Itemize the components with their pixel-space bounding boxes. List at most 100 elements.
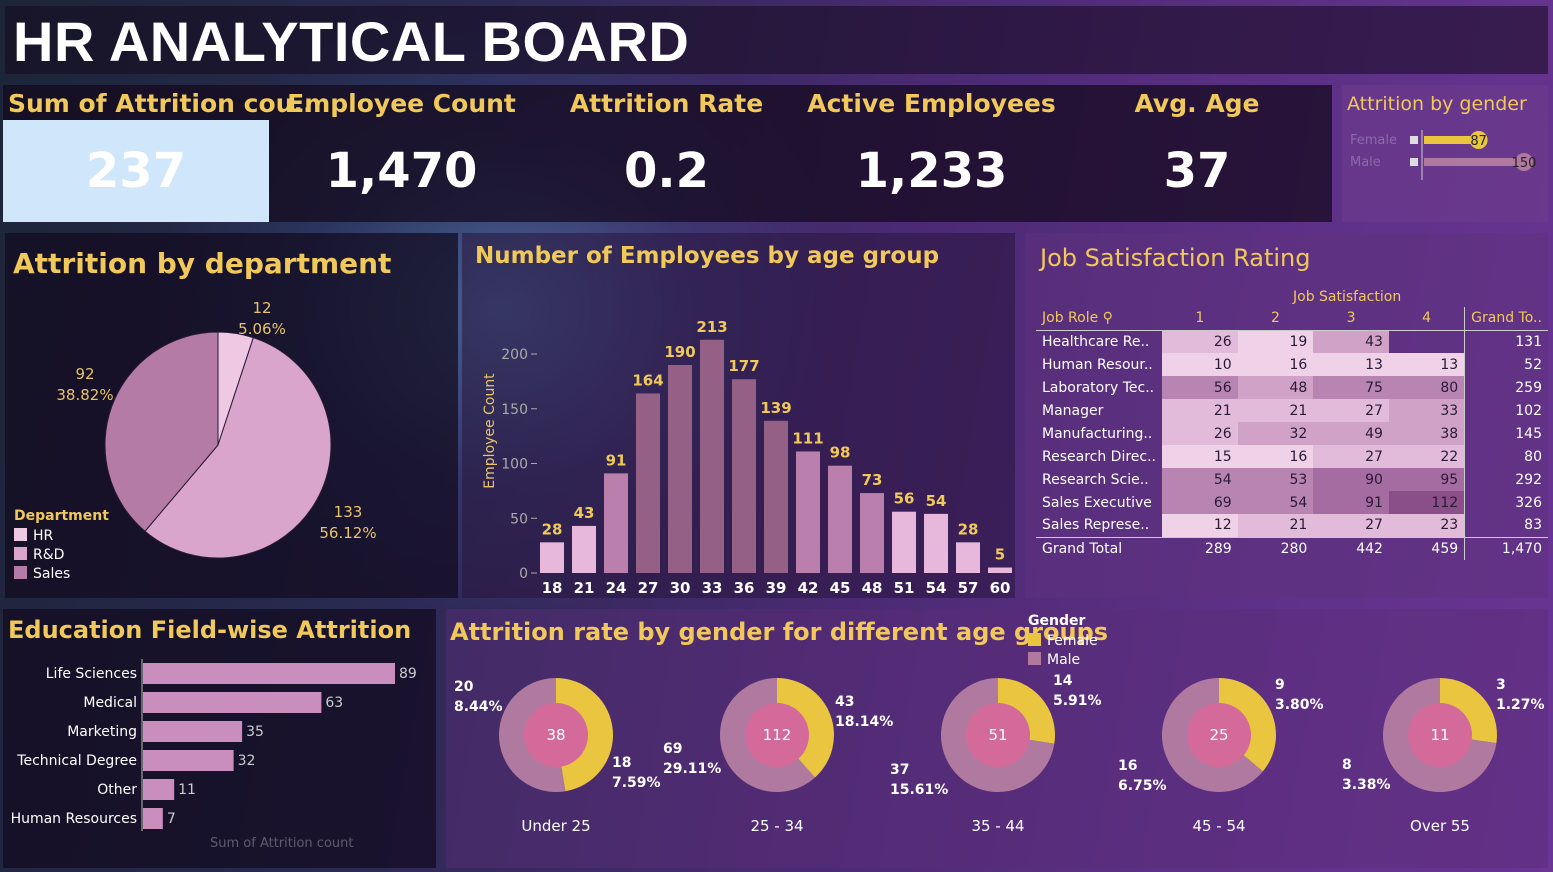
donut-category-label: Under 25	[521, 817, 590, 835]
legend-item-hr[interactable]: HR	[14, 528, 109, 544]
column-header[interactable]: 4	[1388, 307, 1465, 331]
table-cell: 26	[1162, 422, 1238, 445]
kpi-attrition-count[interactable]: Sum of Attrition cou.. 237	[3, 85, 312, 222]
education-bar	[143, 750, 234, 771]
male-count-label: 20	[454, 679, 474, 695]
table-row[interactable]: Manufacturing.. 26 32 49 38 145	[1036, 422, 1548, 445]
column-header[interactable]: 3	[1313, 307, 1389, 331]
column-header[interactable]: 1	[1162, 307, 1238, 331]
age-bar	[604, 473, 628, 573]
age-bar	[668, 364, 692, 573]
age-bar	[636, 393, 660, 573]
job-satisfaction-table[interactable]: Job Role ⚲ 1 2 3 4 Grand To.. Healthcare Re.. 2…	[1036, 307, 1548, 560]
male-pct-label: 15.61%	[890, 782, 948, 798]
x-tick-label: 18	[542, 579, 563, 597]
legend-label: Sales	[33, 566, 71, 582]
age-bar-value: 213	[696, 318, 727, 336]
age-bar-value: 164	[632, 371, 663, 389]
age-bar	[828, 465, 852, 573]
table-cell: 280	[1237, 536, 1314, 560]
kpi-employee-count[interactable]: Employee Count 1,470	[269, 85, 534, 222]
kpi-active-employees[interactable]: Active Employees 1,233	[799, 85, 1064, 222]
table-row[interactable]: Research Scie.. 54 53 90 95 292	[1036, 468, 1548, 491]
y-tick-label: 0	[519, 566, 528, 582]
kpi-value: 1,233	[855, 143, 1008, 199]
table-row[interactable]: Human Resour.. 10 16 13 13 52	[1036, 353, 1548, 376]
female-count-label: 3	[1496, 677, 1506, 693]
table-row[interactable]: Sales Represe.. 12 21 27 23 83	[1036, 514, 1548, 537]
table-cell: 21	[1237, 399, 1314, 422]
legend-item-sales[interactable]: Sales	[14, 566, 109, 582]
table-row[interactable]: Manager 21 21 27 33 102	[1036, 399, 1548, 422]
column-header[interactable]: Grand To..	[1464, 307, 1548, 331]
education-bar	[143, 663, 395, 684]
row-label: Laboratory Tec..	[1042, 379, 1155, 396]
age-bar-value: 177	[728, 357, 759, 375]
x-tick-label: 27	[638, 579, 659, 597]
title-bar: HR ANALYTICAL BOARD	[5, 6, 1548, 74]
table-row[interactable]: Research Direc.. 15 16 27 22 80	[1036, 445, 1548, 468]
age-bar-value: 139	[760, 399, 791, 417]
female-pct-label: 7.59%	[612, 775, 661, 791]
kpi-attrition-rate[interactable]: Attrition Rate 0.2	[534, 85, 799, 222]
gender-age-donut-charts[interactable]: 38Under 2511225 - 345135 - 442545 - 5411…	[446, 609, 1548, 868]
table-cell: 289	[1162, 536, 1238, 560]
education-panel: Education Field-wise Attrition Life Scie…	[3, 609, 436, 868]
donut-category-label: 45 - 54	[1192, 817, 1245, 835]
pie-pct-label: 38.82%	[56, 386, 113, 404]
donut-category-label: 25 - 34	[750, 817, 803, 835]
table-cell: 21	[1237, 514, 1314, 537]
age-bar	[572, 525, 596, 573]
donut-category-label: 35 - 44	[971, 817, 1024, 835]
education-bar-chart[interactable]: Life Sciences 89 Medical 63 Marketing 35 Techn…	[3, 609, 436, 868]
kpi-avg-age[interactable]: Avg. Age 37	[1064, 85, 1330, 222]
grand-total-row[interactable]: Grand Total 289 280 442 459 1,470	[1036, 536, 1548, 560]
education-bar	[143, 779, 175, 800]
age-group-bar-chart[interactable]: 200 150 100 50 0 Employee Count 28 18 43 21 91 24 16…	[462, 233, 1015, 598]
table-cell: 32	[1237, 422, 1314, 445]
row-total: 259	[1464, 376, 1548, 399]
row-label: Sales Executive	[1042, 494, 1152, 511]
education-category-label: Life Sciences	[46, 666, 137, 682]
legend-item-rd[interactable]: R&D	[14, 547, 109, 563]
male-pct-label: 6.75%	[1118, 778, 1167, 794]
y-axis-label: Employee Count	[482, 373, 498, 489]
x-tick-label: 42	[798, 579, 819, 597]
bar-icon	[1410, 158, 1418, 166]
column-header[interactable]: 2	[1237, 307, 1314, 331]
age-group-panel: Number of Employees by age group 200 150 1…	[462, 233, 1015, 598]
row-total: 292	[1464, 468, 1548, 491]
kpi-strip: Sum of Attrition cou.. 237 Employee Coun…	[3, 85, 1332, 222]
education-bar-value: 32	[238, 753, 256, 769]
table-row[interactable]: Laboratory Tec.. 56 48 75 80 259	[1036, 376, 1548, 399]
education-category-label: Medical	[83, 695, 137, 711]
row-total: 102	[1464, 399, 1548, 422]
age-bar-value: 43	[574, 504, 595, 522]
male-pct-label: 29.11%	[663, 761, 721, 777]
legend-swatch	[14, 528, 27, 541]
table-row[interactable]: Sales Executive 69 54 91 112 326	[1036, 491, 1548, 514]
kpi-value: 1,470	[325, 143, 478, 199]
table-cell: 43	[1313, 330, 1389, 353]
table-row[interactable]: Healthcare Re.. 26 19 43 131	[1036, 330, 1548, 353]
row-label: Sales Represe..	[1042, 517, 1150, 534]
female-pct-label: 18.14%	[835, 714, 893, 730]
x-tick-label: 60	[990, 579, 1011, 597]
column-header-job-role[interactable]: Job Role ⚲	[1036, 307, 1162, 331]
education-bar	[143, 692, 322, 713]
donut-total: 112	[763, 726, 792, 744]
age-bar-value: 73	[862, 471, 883, 489]
x-tick-label: 30	[670, 579, 691, 597]
kpi-value: 37	[1163, 143, 1231, 199]
education-category-label: Human Resources	[11, 811, 137, 827]
donut-total: 25	[1209, 726, 1228, 744]
attrition-by-gender-chart[interactable]: Female 87 Male 150	[1342, 122, 1548, 222]
table-cell: 23	[1388, 514, 1465, 537]
row-total: 131	[1464, 330, 1548, 353]
table-cell: 69	[1162, 491, 1238, 514]
education-bar-value: 63	[325, 695, 343, 711]
y-tick-label: 50	[510, 511, 528, 527]
row-label: Grand Total	[1036, 536, 1162, 560]
table-cell: 95	[1388, 468, 1465, 491]
table-cell: 27	[1313, 399, 1389, 422]
